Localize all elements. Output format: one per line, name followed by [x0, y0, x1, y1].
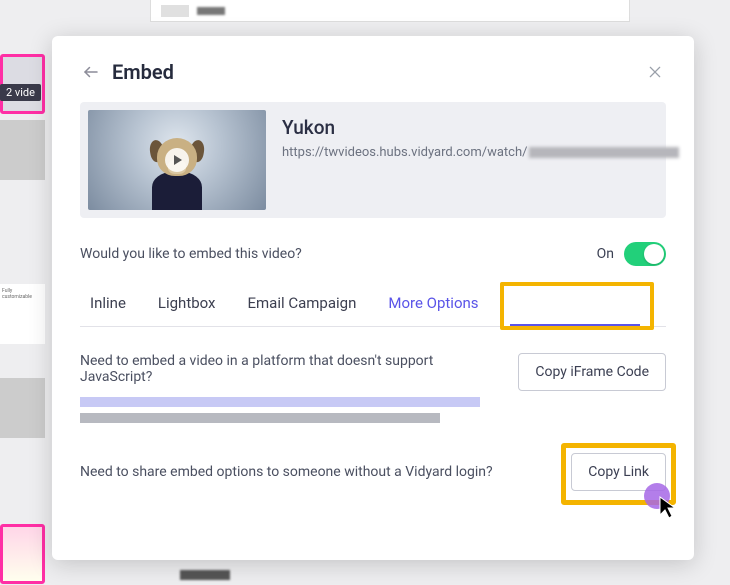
play-icon: [165, 148, 189, 172]
embed-modal: Embed Yukon https://twvideos.hubs.vidyar…: [52, 36, 694, 560]
bg-thumb-4: [0, 378, 45, 438]
video-meta: Yukon https://twvideos.hubs.vidyard.com/…: [282, 110, 679, 210]
modal-header: Embed: [80, 60, 666, 84]
copy-iframe-button[interactable]: Copy iFrame Code: [518, 353, 666, 391]
toggle-label: On: [597, 246, 614, 262]
bg-redacted-2: [180, 570, 230, 580]
share-section-text: Need to share embed options to someone w…: [80, 464, 493, 480]
embed-tabs: Inline Lightbox Email Campaign More Opti…: [80, 288, 666, 327]
bg-thumb-2: [0, 120, 45, 180]
copy-link-wrap: Copy Link: [571, 453, 666, 491]
bg-top-thumb: [161, 5, 189, 17]
embed-toggle-row: Would you like to embed this video? On: [80, 242, 666, 266]
video-info-card: Yukon https://twvideos.hubs.vidyard.com/…: [80, 102, 666, 218]
tab-inline[interactable]: Inline: [90, 288, 126, 318]
toggle-wrap: On: [597, 242, 666, 266]
modal-title: Embed: [112, 60, 644, 84]
video-url: https://twvideos.hubs.vidyard.com/watch/: [282, 145, 679, 160]
tab-email-campaign[interactable]: Email Campaign: [248, 288, 357, 318]
close-icon[interactable]: [644, 61, 666, 83]
tab-lightbox[interactable]: Lightbox: [158, 288, 216, 318]
bg-top-box: [150, 0, 630, 22]
bg-thumb-5: [0, 524, 45, 584]
video-url-prefix: https://twvideos.hubs.vidyard.com/watch/: [282, 145, 528, 160]
cursor-arrow-icon: [658, 495, 678, 519]
back-arrow-icon[interactable]: [80, 61, 102, 83]
video-title: Yukon: [282, 116, 679, 139]
code-line: [80, 413, 440, 423]
share-link-section: Need to share embed options to someone w…: [80, 453, 666, 491]
iframe-section-text: Need to embed a video in a platform that…: [80, 353, 502, 385]
bg-video-count-badge: 2 vide: [0, 84, 41, 101]
video-thumbnail[interactable]: [88, 110, 266, 210]
bg-redacted: [197, 7, 225, 15]
embed-toggle[interactable]: [624, 242, 666, 266]
tab-more-options[interactable]: More Options: [388, 288, 478, 318]
tutorial-highlight-more-options: [500, 282, 654, 330]
active-tab-underline: [510, 324, 640, 327]
iframe-code-preview: [80, 397, 502, 423]
code-line: [80, 397, 480, 407]
iframe-section: Need to embed a video in a platform that…: [80, 353, 666, 429]
video-url-redacted: [529, 147, 679, 158]
bg-thumb-3: Fully customizable: [0, 284, 45, 344]
embed-question: Would you like to embed this video?: [80, 246, 302, 262]
